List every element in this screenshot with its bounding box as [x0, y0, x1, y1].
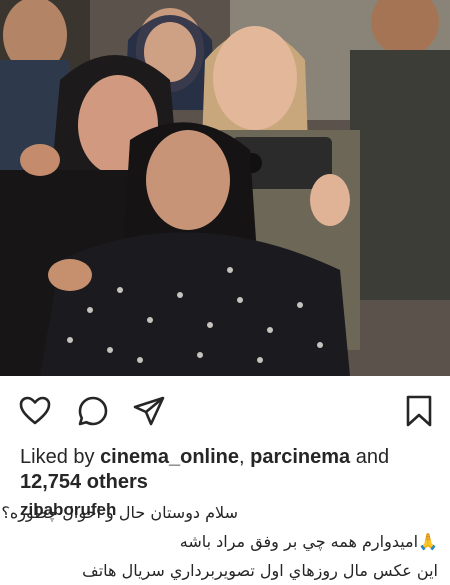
liked-by-user-link[interactable]: parcinema	[250, 446, 350, 468]
instagram-post: Liked by cinema_online, parcinema and 12,…	[0, 0, 450, 585]
caption-text-line: سلام دوستان حال و احوال چطوره؟	[1, 503, 238, 522]
bookmark-icon[interactable]	[402, 394, 436, 428]
paper-plane-icon[interactable]	[132, 394, 166, 428]
liked-by-user-link[interactable]: cinema_online	[100, 446, 239, 468]
comment-bubble-icon[interactable]	[76, 394, 110, 428]
likes-separator: ,	[239, 446, 251, 468]
likes-summary: Liked by cinema_online, parcinema and 12,…	[20, 445, 440, 495]
heart-icon[interactable]	[18, 394, 52, 428]
likes-count-link[interactable]: 12,754 others	[20, 471, 148, 493]
post-photo[interactable]	[0, 0, 450, 376]
caption-text-line: 🙏اميدوارم همه چي بر وفق مراد باشه	[179, 532, 438, 551]
post-action-bar	[0, 376, 450, 442]
group-selfie-photo	[0, 0, 450, 376]
likes-conjunction: and	[350, 446, 390, 468]
likes-prefix: Liked by	[20, 446, 101, 468]
caption-text-line: اين عكس مال روزهاي اول تصويربرداري سريال…	[82, 561, 438, 580]
